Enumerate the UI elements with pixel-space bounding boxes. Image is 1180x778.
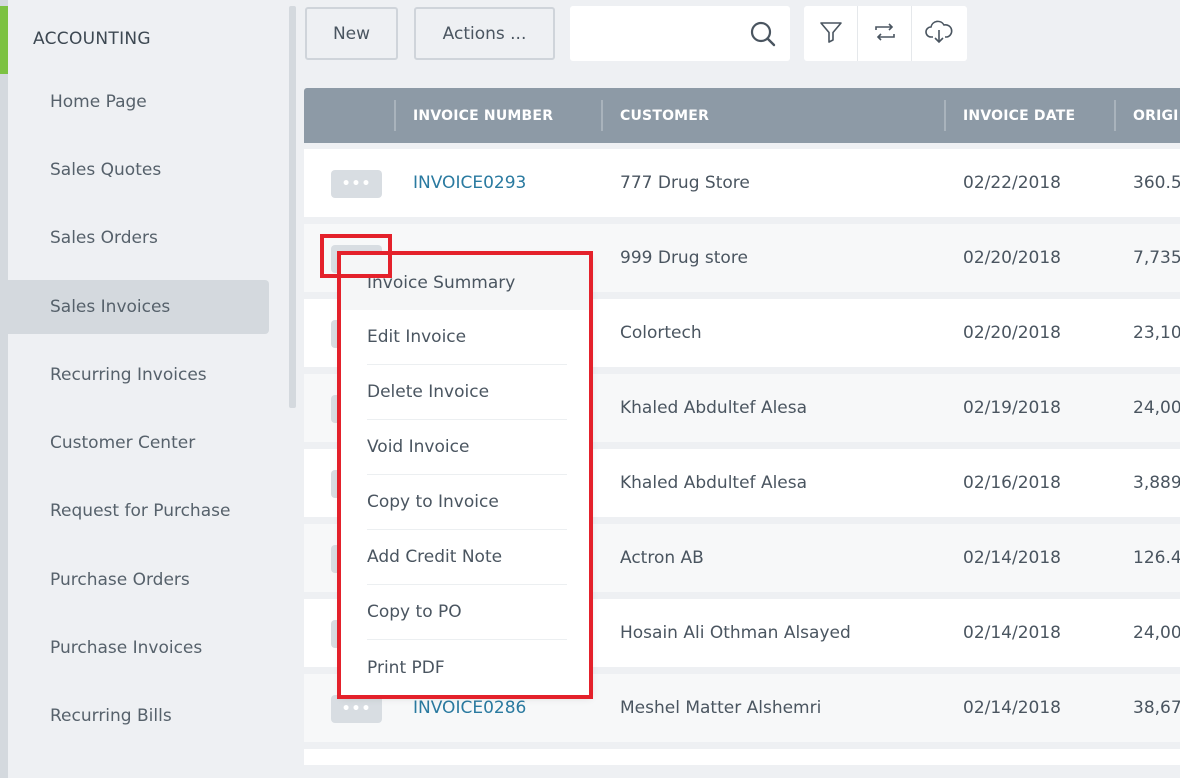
highlight-box-context-menu (337, 251, 593, 699)
sidebar-item-label: Sales Quotes (50, 160, 162, 180)
refresh-button[interactable] (858, 6, 912, 61)
sidebar-item-purchase-orders[interactable]: Purchase Orders (8, 553, 269, 607)
invoice-date-cell: 02/19/2018 (963, 398, 1061, 418)
sidebar: ACCOUNTING Home Page Sales Quotes Sales … (0, 0, 284, 778)
download-button[interactable] (912, 6, 966, 61)
customer-cell: Meshel Matter Alshemri (620, 698, 822, 718)
filter-button[interactable] (804, 6, 858, 61)
amount-cell: 24,00 (1133, 623, 1180, 643)
amount-cell: 3,889 (1133, 473, 1180, 493)
amount-cell: 360.5 (1133, 173, 1180, 193)
column-divider (601, 100, 603, 131)
table-header: INVOICE NUMBER CUSTOMER INVOICE DATE ORI… (304, 88, 1180, 143)
invoice-date-cell: 02/22/2018 (963, 173, 1061, 193)
customer-cell: Khaled Abdultef Alesa (620, 398, 808, 418)
filter-icon (818, 19, 844, 49)
row-menu-button[interactable]: ••• (331, 170, 382, 198)
sidebar-item-label: Recurring Bills (50, 706, 172, 726)
sidebar-item-customer-center[interactable]: Customer Center (8, 416, 269, 470)
customer-cell: 777 Drug Store (620, 173, 750, 193)
customer-cell: 999 Drug store (620, 248, 748, 268)
column-header-invoice-number[interactable]: INVOICE NUMBER (413, 88, 593, 143)
amount-cell: 7,735. (1133, 248, 1180, 268)
table-row[interactable] (304, 749, 1180, 765)
invoice-date-cell: 02/14/2018 (963, 548, 1061, 568)
sidebar-item-label: Customer Center (50, 433, 196, 453)
customer-cell: Actron AB (620, 548, 704, 568)
amount-cell: 38,67 (1133, 698, 1180, 718)
invoice-date-cell: 02/20/2018 (963, 248, 1061, 268)
column-header-invoice-date[interactable]: INVOICE DATE (963, 88, 1113, 143)
column-divider (944, 100, 946, 131)
sidebar-item-recurring-bills[interactable]: Recurring Bills (8, 689, 269, 743)
sidebar-item-label: Request for Purchase (50, 501, 231, 521)
column-divider (1114, 100, 1116, 131)
sidebar-item-recurring-invoices[interactable]: Recurring Invoices (8, 348, 269, 402)
sidebar-item-label: Home Page (50, 92, 147, 112)
amount-cell: 24,00 (1133, 398, 1180, 418)
sidebar-item-home-page[interactable]: Home Page (8, 75, 269, 129)
sidebar-scrollbar[interactable] (289, 6, 296, 408)
section-accent-bar (0, 6, 8, 74)
sidebar-item-label: Sales Invoices (50, 297, 171, 317)
sidebar-item-label: Sales Orders (50, 228, 158, 248)
amount-cell: 23,10( (1133, 323, 1180, 343)
section-title: ACCOUNTING (33, 29, 151, 49)
sidebar-item-label: Purchase Invoices (50, 638, 203, 658)
sidebar-item-sales-quotes[interactable]: Sales Quotes (8, 143, 269, 197)
invoice-date-cell: 02/16/2018 (963, 473, 1061, 493)
customer-cell: Khaled Abdultef Alesa (620, 473, 808, 493)
invoice-date-cell: 02/14/2018 (963, 623, 1061, 643)
invoice-date-cell: 02/20/2018 (963, 323, 1061, 343)
invoice-number-link[interactable]: INVOICE0293 (413, 149, 526, 217)
table-row[interactable]: ••• INVOICE0293 777 Drug Store 02/22/201… (304, 149, 1180, 217)
new-button[interactable]: New (305, 7, 398, 60)
amount-cell: 126.42 (1133, 548, 1180, 568)
column-divider (394, 100, 396, 131)
refresh-icon (872, 19, 898, 49)
search-icon[interactable] (748, 19, 778, 49)
customer-cell: Colortech (620, 323, 702, 343)
actions-button[interactable]: Actions ... (414, 7, 555, 60)
column-header-customer[interactable]: CUSTOMER (620, 88, 940, 143)
sidebar-item-sales-invoices[interactable]: Sales Invoices (8, 280, 269, 334)
sidebar-item-purchase-invoices[interactable]: Purchase Invoices (8, 621, 269, 675)
sidebar-rail (0, 0, 8, 778)
column-header-original-amount[interactable]: ORIGI (1133, 88, 1180, 143)
search-input[interactable] (580, 18, 745, 48)
invoice-date-cell: 02/14/2018 (963, 698, 1061, 718)
row-menu-button[interactable]: ••• (331, 695, 382, 723)
sidebar-item-label: Recurring Invoices (50, 365, 207, 385)
sidebar-item-sales-orders[interactable]: Sales Orders (8, 211, 269, 265)
toolbar-icon-group (804, 6, 967, 61)
sidebar-item-label: Purchase Orders (50, 570, 190, 590)
customer-cell: Hosain Ali Othman Alsayed (620, 623, 851, 643)
sidebar-item-request-for-purchase[interactable]: Request for Purchase (8, 484, 269, 538)
search-box (570, 6, 790, 61)
download-cloud-icon (925, 19, 953, 49)
